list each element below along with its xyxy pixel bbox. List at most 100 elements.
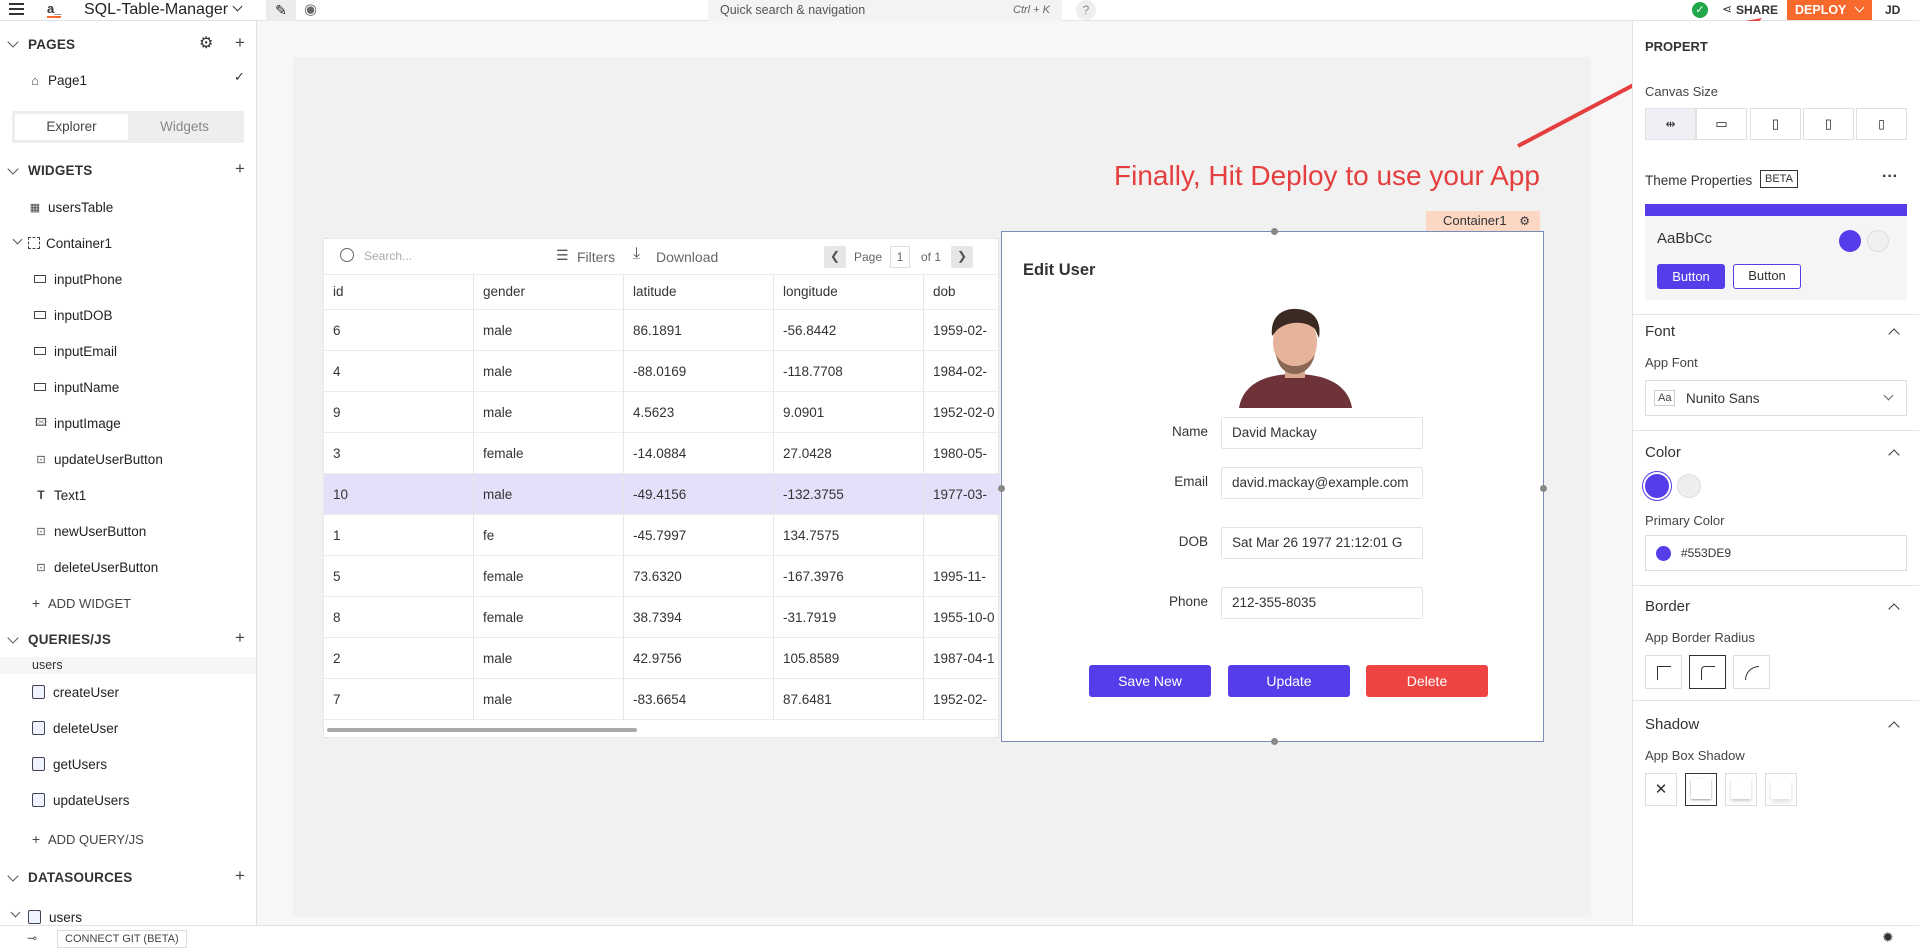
table-cell-latitude[interactable]: -49.4156: [624, 474, 774, 515]
table-cell-gender[interactable]: male: [474, 392, 624, 433]
user-avatar[interactable]: JD: [1885, 3, 1900, 17]
tab-explorer[interactable]: Explorer: [15, 114, 128, 140]
name-input[interactable]: David Mackay: [1221, 417, 1423, 449]
delete-button[interactable]: Delete: [1366, 665, 1488, 697]
table-cell-longitude[interactable]: 87.6481: [774, 679, 924, 720]
canvas-size-fluid-button[interactable]: ⇹: [1645, 108, 1696, 140]
chevron-down-icon[interactable]: [10, 907, 21, 918]
widget-item-inputname[interactable]: inputName: [34, 376, 119, 398]
next-page-button[interactable]: ❯: [951, 246, 973, 268]
table-cell-dob[interactable]: 1959-02-: [924, 310, 1000, 351]
help-icon[interactable]: ?: [1076, 0, 1096, 20]
table-cell-longitude[interactable]: -132.3755: [774, 474, 924, 515]
dob-input[interactable]: Sat Mar 26 1977 21:12:01 G: [1221, 527, 1423, 559]
resize-handle[interactable]: [1540, 485, 1547, 492]
table-cell-longitude[interactable]: -167.3976: [774, 556, 924, 597]
table-cell-gender[interactable]: fe: [474, 515, 624, 556]
canvas-size-desktop-button[interactable]: ▭: [1696, 108, 1747, 140]
chevron-down-icon[interactable]: [232, 1, 243, 12]
column-header-dob[interactable]: dob: [924, 275, 1000, 309]
user-avatar-image[interactable]: [1239, 302, 1352, 408]
prev-page-button[interactable]: ❮: [824, 246, 846, 268]
table-cell-id[interactable]: 3: [324, 433, 474, 474]
search-navigation-box[interactable]: Quick search & navigation Ctrl + K: [708, 0, 1062, 21]
shadow-medium-button[interactable]: [1725, 773, 1757, 806]
table-cell-longitude[interactable]: 9.0901: [774, 392, 924, 433]
add-widget-link[interactable]: + ADD WIDGET: [30, 592, 131, 614]
widget-item-newuserbutton[interactable]: ⊡ newUserButton: [34, 520, 146, 542]
settings-icon[interactable]: ⚙: [1519, 211, 1530, 231]
table-cell-gender[interactable]: female: [474, 433, 624, 474]
table-cell-id[interactable]: 8: [324, 597, 474, 638]
table-cell-dob[interactable]: 1955-10-0: [924, 597, 1000, 638]
table-cell-dob[interactable]: 1980-05-: [924, 433, 1000, 474]
column-header-id[interactable]: id: [324, 275, 474, 309]
gear-icon[interactable]: ⚙: [199, 33, 213, 53]
background-color-swatch[interactable]: [1677, 474, 1701, 498]
table-cell-latitude[interactable]: -88.0169: [624, 351, 774, 392]
query-item-deleteuser[interactable]: deleteUser: [32, 717, 118, 739]
table-cell-id[interactable]: 1: [324, 515, 474, 556]
chevron-down-icon[interactable]: [12, 234, 23, 245]
table-cell-longitude[interactable]: 134.7575: [774, 515, 924, 556]
table-row[interactable]: 1 fe -45.7997 134.7575: [324, 514, 1000, 556]
table-cell-dob[interactable]: 1987-04-1: [924, 638, 1000, 679]
chevron-down-icon[interactable]: [7, 632, 19, 644]
canvas-size-tablet-button[interactable]: ▯: [1803, 108, 1854, 140]
table-cell-latitude[interactable]: 38.7394: [624, 597, 774, 638]
table-row[interactable]: 4 male -88.0169 -118.7708 1984-02-: [324, 350, 1000, 392]
table-row[interactable]: 10 male -49.4156 -132.3755 1977-03-: [324, 473, 1000, 515]
widget-item-deleteuserbutton[interactable]: ⊡ deleteUserButton: [34, 556, 158, 578]
table-cell-longitude[interactable]: -31.7919: [774, 597, 924, 638]
column-header-longitude[interactable]: longitude: [774, 275, 924, 309]
add-query-icon[interactable]: +: [235, 629, 245, 646]
add-datasource-icon[interactable]: +: [235, 867, 245, 884]
tab-widgets[interactable]: Widgets: [128, 114, 241, 140]
chevron-down-icon[interactable]: [7, 163, 19, 175]
table-cell-longitude[interactable]: -56.8442: [774, 310, 924, 351]
resize-handle[interactable]: [1271, 228, 1278, 235]
table-cell-longitude[interactable]: 27.0428: [774, 433, 924, 474]
app-font-select[interactable]: Aa Nunito Sans: [1645, 380, 1907, 416]
table-row[interactable]: 3 female -14.0884 27.0428 1980-05-: [324, 432, 1000, 474]
datasource-item-users[interactable]: users: [28, 906, 82, 925]
more-options-icon[interactable]: ···: [1882, 168, 1898, 186]
connect-git-button[interactable]: CONNECT GIT (BETA): [57, 930, 187, 948]
resize-handle[interactable]: [998, 485, 1005, 492]
table-row[interactable]: 2 male 42.9756 105.8589 1987-04-1: [324, 637, 1000, 679]
table-cell-dob[interactable]: 1977-03-: [924, 474, 1000, 515]
table-row[interactable]: 8 female 38.7394 -31.7919 1955-10-0: [324, 596, 1000, 638]
table-cell-gender[interactable]: male: [474, 310, 624, 351]
phone-input[interactable]: 212-355-8035: [1221, 587, 1423, 619]
add-page-icon[interactable]: +: [235, 34, 245, 51]
download-icon[interactable]: ⤓: [633, 245, 640, 263]
users-table[interactable]: Search... ☰ Filters ⤓ Download ❮ Page 1 …: [323, 238, 1000, 738]
shadow-small-button[interactable]: [1685, 773, 1717, 806]
widget-item-userstable[interactable]: ▦ usersTable: [28, 196, 114, 218]
add-query-link[interactable]: + ADD QUERY/JS: [30, 828, 144, 850]
menu-icon[interactable]: [9, 3, 24, 15]
column-header-gender[interactable]: gender: [474, 275, 624, 309]
query-item-getusers[interactable]: getUsers: [32, 753, 107, 775]
border-radius-large-button[interactable]: [1733, 655, 1770, 689]
table-cell-dob[interactable]: 1952-02-: [924, 679, 1000, 720]
shadow-none-button[interactable]: ✕: [1645, 773, 1677, 806]
table-cell-latitude[interactable]: -45.7997: [624, 515, 774, 556]
resize-handle[interactable]: [1271, 738, 1278, 745]
table-cell-dob[interactable]: [924, 515, 1000, 556]
table-cell-latitude[interactable]: 73.6320: [624, 556, 774, 597]
table-cell-gender[interactable]: male: [474, 351, 624, 392]
save-new-button[interactable]: Save New: [1089, 665, 1211, 697]
table-cell-dob[interactable]: 1984-02-: [924, 351, 1000, 392]
query-item-updateusers[interactable]: updateUsers: [32, 789, 130, 811]
search-input[interactable]: Search...: [364, 249, 544, 263]
table-cell-dob[interactable]: 1995-11-: [924, 556, 1000, 597]
widget-item-inputdob[interactable]: inputDOB: [34, 304, 113, 326]
table-cell-gender[interactable]: male: [474, 474, 624, 515]
edit-mode-button[interactable]: ✎: [266, 0, 296, 21]
table-cell-latitude[interactable]: 86.1891: [624, 310, 774, 351]
chevron-down-icon[interactable]: [7, 870, 19, 882]
table-cell-dob[interactable]: 1952-02-0: [924, 392, 1000, 433]
border-radius-medium-button[interactable]: [1689, 655, 1726, 689]
deploy-button[interactable]: DEPLOY: [1787, 0, 1872, 20]
